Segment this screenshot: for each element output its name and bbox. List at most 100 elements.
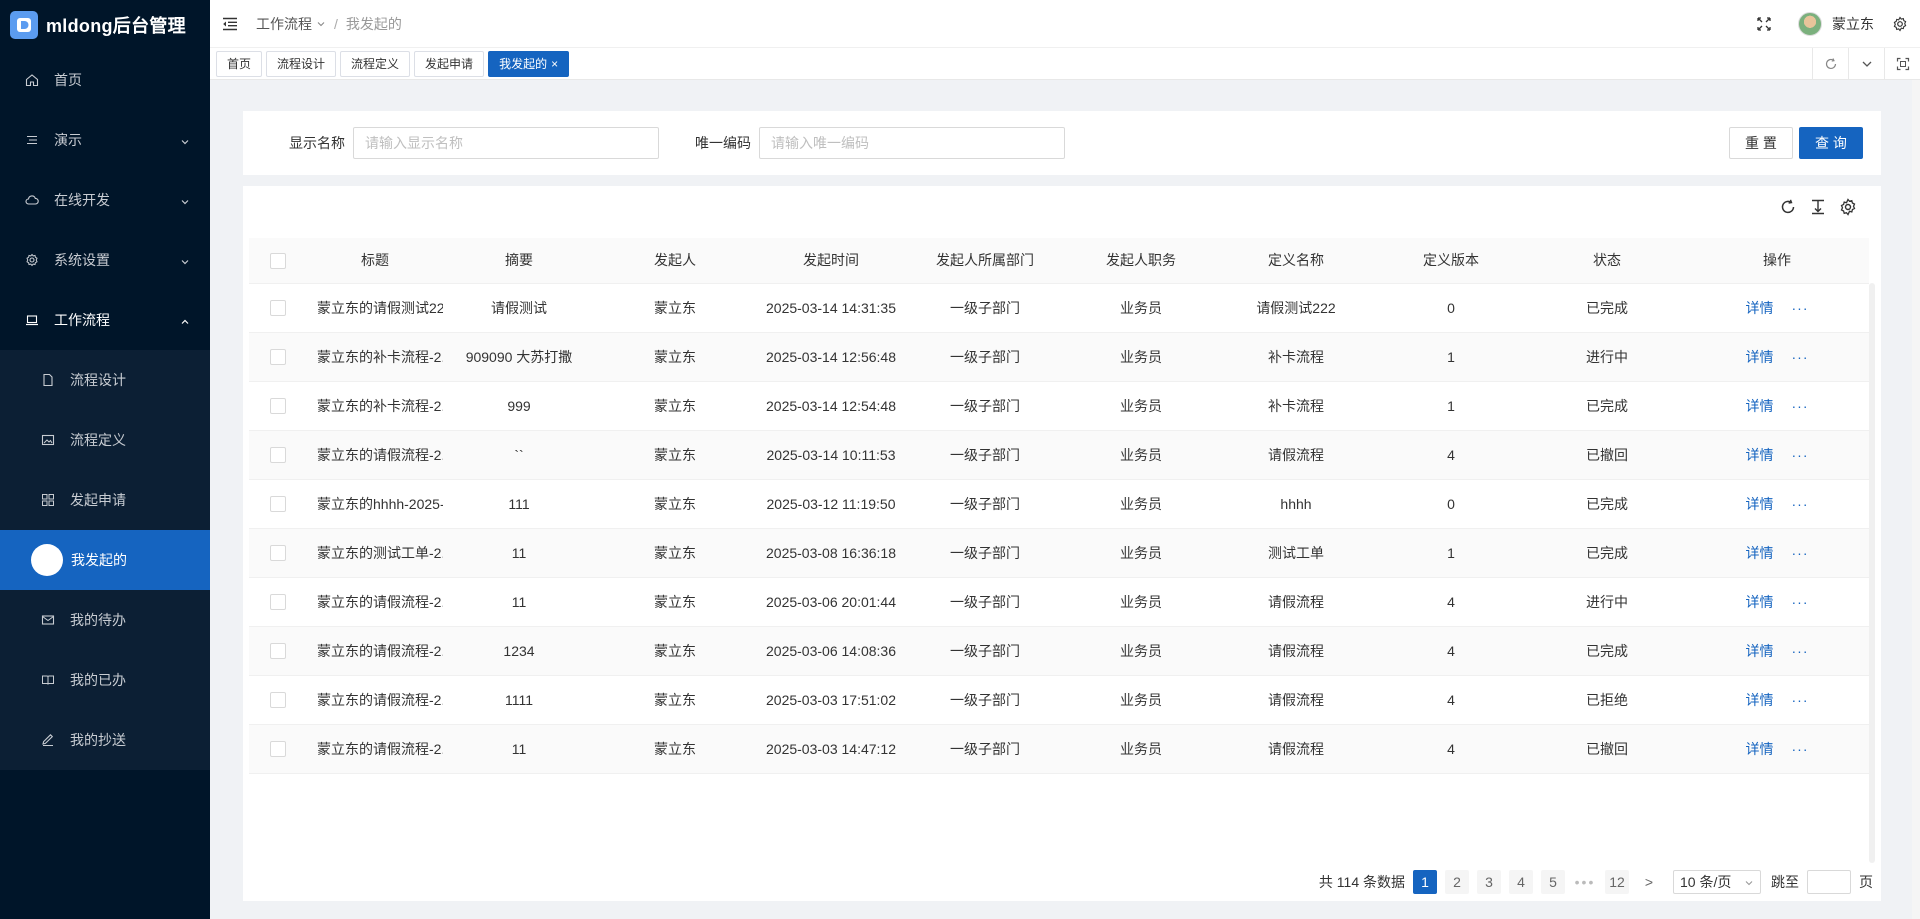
table-row: 蒙立东的请假流程-2... 11 蒙立东 2025-03-06 20:01:44 一级子… xyxy=(249,577,1869,627)
gear-icon xyxy=(24,252,40,268)
table-cell: 已拒绝 xyxy=(1529,675,1685,725)
table-cell: 已撤回 xyxy=(1529,724,1685,774)
breadcrumb-item-current: 我发起的 xyxy=(345,15,402,32)
tab-process-design[interactable]: 流程设计 xyxy=(266,50,337,77)
total-count: 共 114 条数据 xyxy=(1318,874,1405,890)
sidebar-item-my-done[interactable]: 我的已办 xyxy=(0,650,210,710)
sidebar-item-process-definition[interactable]: 流程定义 xyxy=(0,410,210,470)
column-settings-icon[interactable] xyxy=(1839,198,1857,216)
tab-label: 发起申请 xyxy=(425,57,474,71)
unique-code-input[interactable] xyxy=(759,127,1065,159)
detail-link[interactable]: 详情 xyxy=(1746,545,1774,561)
page-size-select[interactable]: 10 条/页 xyxy=(1673,870,1761,894)
table-cell: 蒙立东的补卡流程-2... xyxy=(307,381,443,431)
page-4[interactable]: 4 xyxy=(1509,870,1533,894)
more-actions-button[interactable]: ··· xyxy=(1792,692,1809,708)
chevron-down-icon[interactable] xyxy=(1848,48,1884,80)
sidebar-item-demo[interactable]: 演示 xyxy=(0,110,210,170)
table-cell: 业务员 xyxy=(1063,577,1219,627)
page-scrollbar[interactable] xyxy=(1912,80,1920,919)
row-actions-cell: 详情 ··· xyxy=(1685,577,1869,627)
page-1[interactable]: 1 xyxy=(1413,870,1437,894)
row-checkbox[interactable] xyxy=(270,545,286,562)
table-cell: 一级子部门 xyxy=(907,479,1063,529)
tab-home[interactable]: 首页 xyxy=(216,50,263,77)
page-3[interactable]: 3 xyxy=(1477,870,1501,894)
table-row: 蒙立东的请假流程-2... 1111 蒙立东 2025-03-03 17:51:02 一… xyxy=(249,675,1869,725)
refresh-icon[interactable] xyxy=(1779,198,1797,216)
tab-process-definition[interactable]: 流程定义 xyxy=(340,50,411,77)
avatar[interactable] xyxy=(1798,12,1822,36)
menu-fold-icon[interactable] xyxy=(222,15,240,33)
sidebar-item-home[interactable]: 首页 xyxy=(0,50,210,110)
more-actions-button[interactable]: ··· xyxy=(1792,496,1809,512)
detail-link[interactable]: 详情 xyxy=(1746,447,1774,463)
more-actions-button[interactable]: ··· xyxy=(1792,643,1809,659)
sidebar-item-my-initiated[interactable]: 我发起的 xyxy=(0,530,210,590)
table-cell: hhhh xyxy=(1219,479,1373,529)
row-select-cell xyxy=(249,381,307,431)
query-button[interactable]: 查 询 xyxy=(1799,127,1863,159)
row-checkbox[interactable] xyxy=(270,594,286,611)
table-cell: 业务员 xyxy=(1063,626,1219,676)
app-title: mldong后台管理 xyxy=(46,16,186,36)
table-cell: 业务员 xyxy=(1063,332,1219,382)
more-actions-button[interactable]: ··· xyxy=(1792,741,1809,757)
row-checkbox[interactable] xyxy=(270,741,286,758)
image-icon xyxy=(40,432,56,448)
more-actions-button[interactable]: ··· xyxy=(1792,447,1809,463)
row-checkbox[interactable] xyxy=(270,692,286,709)
more-actions-button[interactable]: ··· xyxy=(1792,398,1809,414)
select-all-checkbox[interactable] xyxy=(270,252,286,269)
detail-link[interactable]: 详情 xyxy=(1746,643,1774,659)
breadcrumb-item-workflow[interactable]: 工作流程 xyxy=(256,14,312,34)
sidebar-item-system-settings[interactable]: 系统设置 xyxy=(0,230,210,290)
sidebar-item-label: 发起申请 xyxy=(70,492,126,508)
row-checkbox[interactable] xyxy=(270,496,286,513)
tab-my-initiated[interactable]: 我发起的 × xyxy=(488,50,570,77)
row-checkbox[interactable] xyxy=(270,643,286,660)
page-last[interactable]: 12 xyxy=(1605,870,1629,894)
sidebar-item-online-dev[interactable]: 在线开发 xyxy=(0,170,210,230)
detail-link[interactable]: 详情 xyxy=(1746,300,1774,316)
density-icon[interactable] xyxy=(1809,198,1827,216)
username[interactable]: 蒙立东 xyxy=(1832,14,1874,34)
table-scrollbar[interactable] xyxy=(1869,283,1875,863)
settings-gear-icon[interactable] xyxy=(1892,16,1908,32)
row-checkbox[interactable] xyxy=(270,398,286,415)
table-cell: 1 xyxy=(1373,528,1529,578)
more-actions-button[interactable]: ··· xyxy=(1792,349,1809,365)
page-5[interactable]: 5 xyxy=(1541,870,1565,894)
more-actions-button[interactable]: ··· xyxy=(1792,300,1809,316)
expand-icon[interactable] xyxy=(1884,48,1920,80)
sidebar-item-my-todo[interactable]: 我的待办 xyxy=(0,590,210,650)
sidebar-item-workflow[interactable]: 工作流程 xyxy=(0,290,210,350)
table-cell: 4 xyxy=(1373,430,1529,480)
detail-link[interactable]: 详情 xyxy=(1746,741,1774,757)
row-checkbox[interactable] xyxy=(270,447,286,464)
fullscreen-icon[interactable] xyxy=(1756,16,1772,32)
sidebar-item-my-cc[interactable]: 我的抄送 xyxy=(0,710,210,770)
detail-link[interactable]: 详情 xyxy=(1746,594,1774,610)
detail-link[interactable]: 详情 xyxy=(1746,349,1774,365)
reset-button[interactable]: 重 置 xyxy=(1729,127,1793,159)
reload-icon[interactable] xyxy=(1812,48,1848,80)
close-icon[interactable]: × xyxy=(551,57,558,71)
page-ellipsis[interactable]: ••• xyxy=(1573,870,1597,894)
detail-link[interactable]: 详情 xyxy=(1746,692,1774,708)
row-checkbox[interactable] xyxy=(270,300,286,317)
detail-link[interactable]: 详情 xyxy=(1746,496,1774,512)
sidebar-item-start-application[interactable]: 发起申请 xyxy=(0,470,210,530)
table-cell: 蒙立东的请假测试22... xyxy=(307,283,443,333)
more-actions-button[interactable]: ··· xyxy=(1792,545,1809,561)
sidebar-item-process-design[interactable]: 流程设计 xyxy=(0,350,210,410)
detail-link[interactable]: 详情 xyxy=(1746,398,1774,414)
tab-start-application[interactable]: 发起申请 xyxy=(414,50,485,77)
next-page-button[interactable]: > xyxy=(1637,870,1661,894)
jump-page-input[interactable] xyxy=(1807,870,1851,894)
more-actions-button[interactable]: ··· xyxy=(1792,594,1809,610)
page-2[interactable]: 2 xyxy=(1445,870,1469,894)
column-header: 发起人所属部门 xyxy=(907,238,1063,284)
display-name-input[interactable] xyxy=(353,127,659,159)
row-checkbox[interactable] xyxy=(270,349,286,366)
